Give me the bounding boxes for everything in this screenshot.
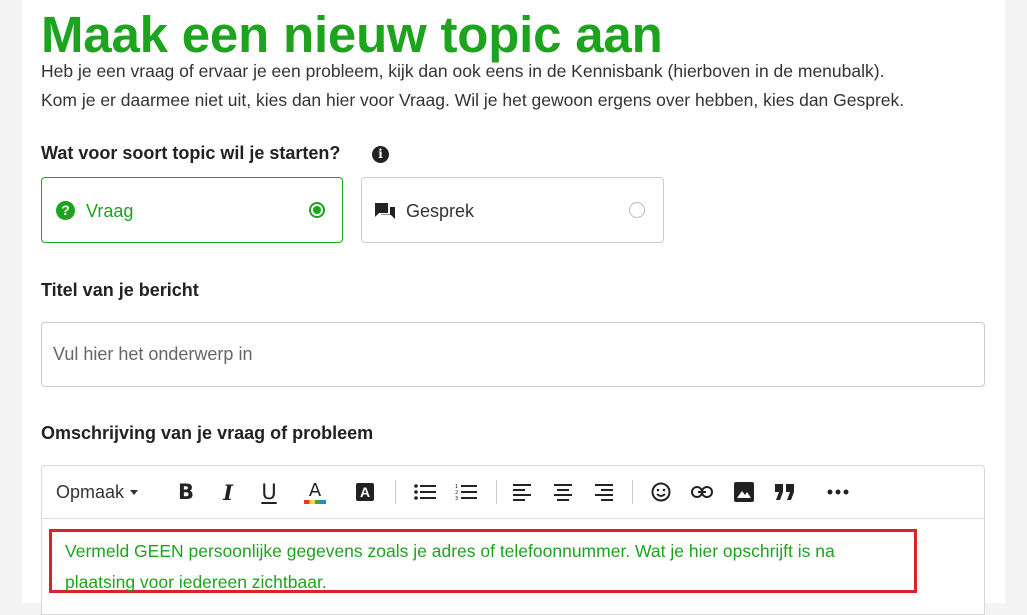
- emoji-icon[interactable]: [649, 478, 673, 506]
- text-background-icon[interactable]: A: [353, 478, 377, 506]
- format-dropdown[interactable]: Opmaak: [56, 478, 139, 506]
- underline-icon[interactable]: U: [257, 478, 281, 506]
- vraag-radio[interactable]: [309, 202, 325, 218]
- toolbar-divider: [395, 480, 396, 504]
- gesprek-radio[interactable]: [629, 202, 645, 218]
- italic-icon[interactable]: I: [216, 478, 240, 506]
- quote-icon[interactable]: [772, 478, 798, 506]
- question-circle-icon: ?: [56, 201, 75, 220]
- align-center-icon[interactable]: [551, 478, 575, 506]
- editor-toolbar: Opmaak B I U A A 123: [42, 466, 984, 519]
- format-dropdown-label: Opmaak: [56, 481, 125, 502]
- intro-text-line-1: Heb je een vraag of ervaar je een proble…: [41, 61, 885, 81]
- description-label: Omschrijving van je vraag of probleem: [41, 423, 374, 443]
- align-right-icon[interactable]: [592, 478, 616, 506]
- title-input[interactable]: [41, 322, 985, 387]
- align-left-icon[interactable]: [510, 478, 534, 506]
- page-title: Maak een nieuw topic aan: [41, 6, 663, 63]
- toolbar-divider: [632, 480, 633, 504]
- topic-type-label: Wat voor soort topic wil je starten?: [41, 143, 341, 163]
- chat-icon: [375, 203, 395, 219]
- title-field-label: Titel van je bericht: [41, 280, 199, 300]
- toolbar-divider: [496, 480, 497, 504]
- bulleted-list-icon[interactable]: [412, 478, 438, 506]
- more-icon[interactable]: [825, 478, 851, 506]
- vraag-label: Vraag: [86, 201, 134, 221]
- font-color-icon[interactable]: A: [302, 478, 328, 506]
- topic-type-vraag-option[interactable]: ? Vraag: [41, 177, 343, 243]
- intro-text-line-2: Kom je er daarmee niet uit, kies dan hie…: [41, 90, 905, 110]
- image-icon[interactable]: [732, 478, 756, 506]
- privacy-warning-notice: Vermeld GEEN persoonlijke gegevens zoals…: [49, 529, 917, 593]
- numbered-list-icon[interactable]: 123: [453, 478, 479, 506]
- editor-content-area[interactable]: Vermeld GEEN persoonlijke gegevens zoals…: [42, 518, 984, 614]
- bold-icon[interactable]: B: [174, 478, 198, 506]
- info-icon[interactable]: i: [372, 146, 389, 163]
- link-icon[interactable]: [689, 478, 715, 506]
- gesprek-label: Gesprek: [406, 201, 475, 221]
- topic-type-gesprek-option[interactable]: Gesprek: [361, 177, 664, 243]
- rich-text-editor: Opmaak B I U A A 123 Vermeld GEEN persoo…: [41, 465, 985, 615]
- chevron-down-icon: [130, 489, 139, 495]
- svg-text:3: 3: [455, 496, 458, 501]
